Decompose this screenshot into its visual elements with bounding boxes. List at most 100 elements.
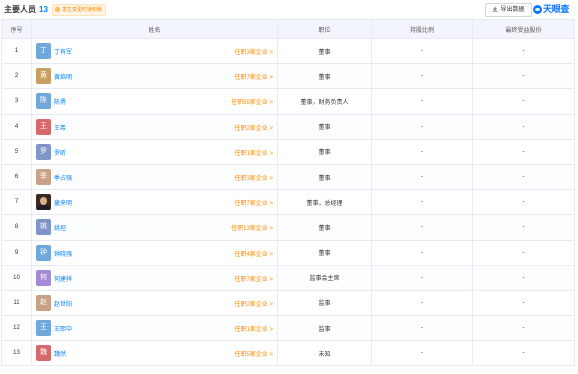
row-index: 9 — [1, 239, 32, 266]
table-row: 5 罗罗昕 任职1家企业 > 董事 - - — [1, 138, 575, 165]
person-companies-link[interactable]: 任职7家企业 > — [234, 274, 273, 283]
person-name-link[interactable]: 姚坦 — [54, 223, 66, 232]
person-companies-link[interactable]: 任职2家企业 > — [234, 299, 273, 308]
avatar[interactable]: 赵 — [36, 294, 51, 311]
avatar[interactable]: 魏 — [36, 345, 51, 362]
table-row: 4 王王希 任职2家企业 > 董事 - - — [1, 113, 575, 140]
person-companies-link[interactable]: 任职7家企业 > — [234, 72, 273, 81]
person-name-link[interactable]: 陈勇 — [54, 97, 66, 106]
final-beneficial-share: - — [472, 37, 575, 65]
table-row: 3 陈陈勇 任职69家企业 > 董事，财务负责人 - - — [1, 88, 575, 115]
person-name-link[interactable]: 钟晓强 — [54, 249, 72, 258]
person-companies-link[interactable]: 任职1家企业 > — [234, 324, 273, 333]
person-companies-link[interactable]: 任职4家企业 > — [234, 249, 273, 258]
person-name-link[interactable]: 罗昕 — [54, 148, 66, 157]
avatar[interactable]: 季 — [36, 168, 51, 185]
final-beneficial-share: - — [472, 138, 575, 165]
final-beneficial-share: - — [472, 113, 575, 140]
companies-link-text: 任职2家企业 — [234, 301, 268, 308]
person-position: 董事 — [277, 214, 372, 241]
final-beneficial-share: - — [472, 88, 575, 115]
section-header: 主要人员 13 ! 发生变更时通知我 导出数据 天眼查 — [0, 0, 578, 18]
bell-icon: ! — [55, 7, 60, 13]
row-index: 1 — [1, 37, 32, 65]
final-beneficial-share: - — [472, 289, 575, 317]
final-beneficial-share: - — [472, 214, 575, 241]
person-position: 董事 — [277, 239, 372, 266]
person-name-link[interactable]: 魏然 — [54, 349, 66, 358]
person-name-link[interactable]: 赵世阳 — [54, 299, 72, 308]
person-name-link[interactable]: 王希 — [54, 123, 66, 132]
section-title-text: 主要人员 — [4, 5, 36, 14]
person-name-cell: 魏魏然 任职5家企业 > — [31, 340, 278, 367]
avatar-photo[interactable] — [36, 194, 51, 211]
row-index: 12 — [1, 315, 32, 342]
table-row: 10 何何建祥 任职7家企业 > 监事会主席 - - — [1, 264, 575, 291]
chevron-right-icon: > — [269, 327, 273, 334]
person-companies-link[interactable]: 任职69家企业 > — [231, 97, 273, 106]
person-name-link[interactable]: 童来明 — [54, 198, 72, 207]
notify-badge[interactable]: ! 发生变更时通知我 — [52, 4, 107, 16]
final-beneficial-share: - — [472, 340, 575, 367]
row-index: 7 — [1, 189, 32, 216]
companies-link-text: 任职5家企业 — [234, 352, 268, 359]
avatar[interactable]: 姚 — [36, 219, 51, 236]
person-companies-link[interactable]: 任职1家企业 > — [234, 148, 273, 157]
person-companies-link[interactable]: 任职5家企业 > — [234, 349, 273, 358]
person-position: 董事 — [277, 37, 372, 65]
person-name-link[interactable]: 王熙中 — [54, 324, 72, 333]
shareholding-ratio: - — [371, 138, 473, 165]
person-name-link[interactable]: 季占强 — [54, 173, 72, 182]
avatar[interactable]: 王 — [36, 320, 51, 337]
person-companies-link[interactable]: 任职2家企业 > — [234, 123, 273, 132]
avatar[interactable]: 陈 — [36, 93, 51, 110]
companies-link-text: 任职3家企业 — [234, 50, 268, 56]
row-index: 13 — [1, 340, 32, 367]
person-name-cell: 陈陈勇 任职69家企业 > — [31, 88, 278, 115]
person-name-link[interactable]: 何建祥 — [54, 274, 72, 283]
person-position: 董事，财务负责人 — [277, 88, 372, 115]
person-position: 监事 — [277, 315, 372, 342]
chevron-right-icon: > — [269, 50, 273, 56]
table-row: 2 黄黄焰明 任职7家企业 > 董事 - - — [1, 63, 575, 90]
companies-link-text: 任职69家企业 — [231, 100, 268, 107]
person-companies-link[interactable]: 任职3家企业 > — [234, 173, 273, 182]
person-position: 董事 — [277, 63, 372, 90]
avatar[interactable]: 钟 — [36, 244, 51, 261]
row-index: 6 — [1, 163, 32, 191]
person-companies-link[interactable]: 任职3家企业 > — [234, 47, 273, 56]
avatar[interactable]: 王 — [36, 118, 51, 135]
final-beneficial-share: - — [472, 63, 575, 90]
person-position: 未知 — [277, 340, 372, 367]
table-row: 9 钟钟晓强 任职4家企业 > 董事 - - — [1, 239, 575, 266]
row-index: 3 — [1, 88, 32, 115]
shareholding-ratio: - — [371, 88, 473, 115]
person-companies-link[interactable]: 任职13家企业 > — [231, 223, 273, 232]
companies-link-text: 任职3家企业 — [234, 175, 268, 182]
final-beneficial-share: - — [472, 163, 575, 191]
person-position: 董事，总经理 — [277, 189, 372, 216]
shareholding-ratio: - — [371, 63, 473, 90]
shareholding-ratio: - — [371, 289, 473, 317]
column-header-index: 序号 — [1, 19, 32, 39]
person-name-link[interactable]: 丁有军 — [54, 47, 72, 56]
person-name-cell: 姚姚坦 任职13家企业 > — [31, 214, 278, 241]
final-beneficial-share: - — [472, 315, 575, 342]
person-name-link[interactable]: 黄焰明 — [54, 72, 72, 81]
companies-link-text: 任职4家企业 — [234, 251, 268, 258]
export-button[interactable]: 导出数据 — [485, 3, 532, 17]
avatar[interactable]: 罗 — [36, 143, 51, 160]
export-button-label: 导出数据 — [500, 7, 525, 13]
avatar[interactable]: 黄 — [36, 68, 51, 85]
table-row: 6 季季占强 任职3家企业 > 董事 - - — [1, 163, 575, 191]
chevron-right-icon: > — [269, 251, 273, 258]
person-companies-link[interactable]: 任职7家企业 > — [234, 198, 273, 207]
avatar[interactable]: 丁 — [36, 43, 51, 59]
person-name-cell: 罗罗昕 任职1家企业 > — [31, 138, 278, 165]
shareholding-ratio: - — [371, 163, 473, 191]
row-index: 2 — [1, 63, 32, 90]
avatar[interactable]: 何 — [36, 269, 51, 286]
person-name-cell: 黄黄焰明 任职7家企业 > — [31, 63, 278, 90]
person-name-cell: 季季占强 任职3家企业 > — [31, 163, 278, 191]
person-name-cell: 赵赵世阳 任职2家企业 > — [31, 289, 278, 317]
